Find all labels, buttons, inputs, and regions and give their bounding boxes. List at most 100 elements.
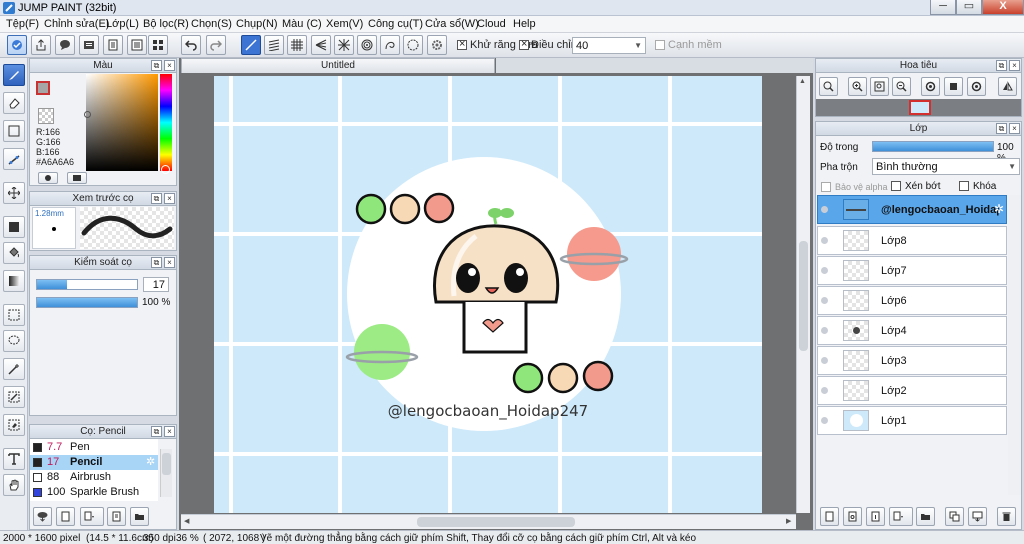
brush-opacity-slider[interactable] (36, 297, 138, 308)
brush-item[interactable]: 100 Sparkle Brush (30, 485, 158, 500)
menu-capture[interactable]: Chụp(N) (236, 18, 278, 30)
redo-button[interactable] (206, 35, 226, 55)
vertical-scroll-thumb[interactable] (799, 241, 808, 351)
grid-button[interactable] (148, 35, 168, 55)
tool-select-eraser[interactable] (3, 414, 25, 436)
parallel-lines-button[interactable] (264, 35, 284, 55)
gear-icon[interactable]: ✲ (994, 202, 1004, 216)
close-icon[interactable]: × (164, 193, 175, 204)
soft-edge-checkbox[interactable] (655, 40, 665, 50)
duplicate-layer-button[interactable] (945, 507, 964, 526)
clip-checkbox[interactable] (891, 181, 901, 191)
visibility-icon[interactable] (821, 237, 828, 244)
rotate-left-button[interactable] (921, 77, 940, 96)
scroll-up-icon[interactable]: ▲ (799, 78, 806, 85)
popout-icon[interactable]: ⧉ (151, 60, 162, 71)
brush-cloud-button[interactable] (33, 507, 52, 526)
lock-checkbox[interactable] (959, 181, 969, 191)
scroll-left-icon[interactable]: ◀ (184, 517, 189, 525)
saturation-value-picker[interactable] (84, 74, 158, 171)
document-button[interactable] (103, 35, 123, 55)
minimize-button[interactable]: ─ (930, 0, 956, 15)
merge-layer-button[interactable] (968, 507, 987, 526)
visibility-icon[interactable] (821, 417, 828, 424)
tool-select-pen[interactable] (3, 386, 25, 408)
delete-layer-button[interactable] (997, 507, 1016, 526)
popout-icon[interactable]: ⧉ (151, 426, 162, 437)
menu-view[interactable]: Xem(V) (326, 18, 363, 30)
menu-cloud[interactable]: Cloud (477, 18, 506, 30)
layer-row[interactable]: Lớp3 (817, 346, 1007, 375)
scroll-thumb[interactable] (162, 453, 171, 475)
cloud-button[interactable] (7, 35, 27, 55)
close-icon[interactable]: × (164, 257, 175, 268)
horizontal-scrollbar[interactable]: ◀ ▶ (181, 514, 796, 529)
menu-edit[interactable]: Chỉnh sửa(E) (44, 18, 109, 30)
popout-icon[interactable]: ⧉ (996, 123, 1007, 134)
visibility-icon[interactable] (821, 327, 828, 334)
actual-size-button[interactable] (870, 77, 889, 96)
tool-eraser[interactable] (3, 92, 25, 114)
new-layer-1bit-button[interactable] (866, 507, 885, 526)
menu-filter[interactable]: Bộ lọc(R) (143, 18, 189, 30)
foreground-color-swatch[interactable] (36, 81, 50, 95)
brush-item-selected[interactable]: 17 Pencil ✲ (30, 455, 158, 470)
brush-folder-button[interactable] (130, 507, 149, 526)
layer-row[interactable]: Lớp6 (817, 286, 1007, 315)
tool-lasso[interactable] (3, 330, 25, 352)
brush-settings-button[interactable] (107, 507, 126, 526)
close-icon[interactable]: × (164, 60, 175, 71)
brush-size-slider[interactable] (36, 279, 138, 290)
close-icon[interactable]: × (1009, 123, 1020, 134)
radial-button[interactable] (334, 35, 354, 55)
menu-help[interactable]: Help (513, 18, 536, 30)
popout-icon[interactable]: ⧉ (151, 193, 162, 204)
tool-text[interactable] (3, 448, 25, 470)
eyedropper-button[interactable] (38, 172, 58, 184)
crosshatch-button[interactable] (287, 35, 307, 55)
layer-opacity-slider[interactable] (872, 141, 994, 152)
visibility-icon[interactable] (821, 297, 828, 304)
tool-magic-wand[interactable] (3, 358, 25, 380)
rotate-right-button[interactable] (967, 77, 986, 96)
popout-icon[interactable]: ⧉ (996, 60, 1007, 71)
tool-rectangle[interactable] (3, 120, 25, 142)
horizontal-scroll-thumb[interactable] (417, 517, 575, 527)
zoom-fit-button[interactable] (819, 77, 838, 96)
close-icon[interactable]: × (164, 426, 175, 437)
swap-colors-button[interactable] (67, 172, 87, 184)
scroll-right-icon[interactable]: ▶ (786, 517, 791, 525)
ellipse-button[interactable] (403, 35, 423, 55)
tool-rect-select[interactable] (3, 304, 25, 326)
layer-row-selected[interactable]: @lengocbaoan_Hoidap247✲ (817, 195, 1007, 224)
layer-row[interactable]: Lớp1 (817, 406, 1007, 435)
brush-list-scrollbar[interactable] (160, 449, 172, 497)
menu-layer[interactable]: Lớp(L) (106, 18, 139, 30)
tool-line[interactable] (3, 148, 25, 170)
visibility-icon[interactable] (821, 267, 828, 274)
hue-handle[interactable] (161, 165, 170, 174)
new-layer-button[interactable] (820, 507, 839, 526)
visibility-icon[interactable] (821, 206, 828, 213)
close-icon[interactable]: × (1009, 60, 1020, 71)
transparent-swatch[interactable] (38, 108, 54, 124)
layer-row[interactable]: Lớp2 (817, 376, 1007, 405)
hue-slider[interactable] (160, 74, 172, 174)
new-layer-8bit-button[interactable] (843, 507, 862, 526)
zoom-in-button[interactable] (848, 77, 867, 96)
blend-mode-select[interactable]: Bình thường ▼ (872, 158, 1020, 175)
tool-fill-rect[interactable] (3, 216, 25, 238)
menu-select[interactable]: Chọn(S) (191, 18, 232, 30)
new-brush-button[interactable] (56, 507, 75, 526)
close-button[interactable]: X (982, 0, 1024, 15)
maximize-button[interactable]: ▭ (956, 0, 982, 15)
visibility-icon[interactable] (821, 357, 828, 364)
flip-button[interactable] (998, 77, 1017, 96)
brush-size-input[interactable]: 17 (143, 277, 169, 292)
zoom-out-button[interactable] (892, 77, 911, 96)
ruler-settings-button[interactable] (427, 35, 447, 55)
layer-row[interactable]: Lớp4 (817, 316, 1007, 345)
perspective-button[interactable] (311, 35, 331, 55)
adjust-value-combo[interactable]: 40 ▼ (572, 37, 646, 54)
protect-alpha-checkbox[interactable] (821, 182, 831, 192)
